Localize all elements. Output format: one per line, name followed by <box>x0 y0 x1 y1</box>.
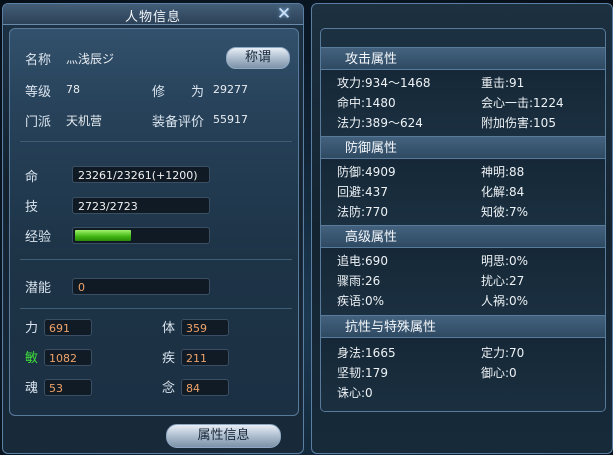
character-info-panel: 人物信息 ✕ 名称 灬浅辰ジ 称谓 等级 78 修 为 29277 门派 天机营… <box>2 3 304 454</box>
defense-stat: 防御:4909 <box>337 165 396 179</box>
resist-stat: 诛心:0 <box>337 386 373 400</box>
mind-label: 念 <box>162 381 176 396</box>
potential-field: 0 <box>72 278 210 295</box>
life-field: 23261/23261(+1200) <box>72 166 210 183</box>
attack-stat: 法力:389～624 <box>337 116 423 130</box>
resist-stat: 坚韧:179 <box>337 366 388 380</box>
speed-value: 211 <box>181 349 229 366</box>
constitution-value: 359 <box>181 319 229 336</box>
advanced-stat: 疾语:0% <box>337 294 385 308</box>
defense-stat: 回避:437 <box>337 185 388 199</box>
exp-bar-fill <box>75 230 131 241</box>
agility-value: 1082 <box>44 349 92 366</box>
soul-value: 53 <box>44 379 92 396</box>
speed-label: 疾 <box>162 351 176 366</box>
constitution-label: 体 <box>162 321 176 336</box>
advanced-section: 追电:690 明思:0% 骤雨:26 扰心:27 疾语:0% 人祸:0% <box>321 248 605 312</box>
skill-label: 技 <box>25 200 39 215</box>
strength-value: 691 <box>44 319 92 336</box>
divider <box>20 308 292 309</box>
name-value: 灬浅辰ジ <box>66 52 115 66</box>
cultivation-value: 29277 <box>213 83 248 96</box>
defense-stat: 知彼:7% <box>481 205 529 219</box>
attack-stat: 攻力:934～1468 <box>337 76 431 90</box>
exp-bar <box>72 227 210 244</box>
attributes-body[interactable]: 攻击属性 攻力:934～1468 重击:91 命中:1480 会心一击:1224… <box>320 28 606 412</box>
defense-stat: 化解:84 <box>481 185 525 199</box>
advanced-section-header: 高级属性 <box>321 225 605 248</box>
sect-label: 门派 <box>25 115 52 130</box>
cultivation-label: 修 为 <box>152 85 205 100</box>
attribute-info-button[interactable]: 属性信息 <box>166 424 281 448</box>
resist-stat: 御心:0 <box>481 366 517 380</box>
sect-value: 天机营 <box>66 114 103 128</box>
title-bar[interactable]: 人物信息 ✕ <box>3 4 303 25</box>
equip-score-label: 装备评价 <box>152 115 205 130</box>
divider <box>20 259 292 260</box>
skill-field: 2723/2723 <box>72 197 210 214</box>
life-label: 命 <box>25 170 39 185</box>
potential-label: 潜能 <box>25 281 52 296</box>
advanced-stat: 人祸:0% <box>481 294 529 308</box>
strength-label: 力 <box>25 321 39 336</box>
attack-section-header: 攻击属性 <box>321 47 605 70</box>
close-icon[interactable]: ✕ <box>274 5 294 23</box>
resist-stat: 定力:70 <box>481 346 525 360</box>
resist-stat: 身法:1665 <box>337 346 396 360</box>
level-value: 78 <box>66 83 80 96</box>
level-label: 等级 <box>25 85 52 100</box>
advanced-stat: 扰心:27 <box>481 274 525 288</box>
advanced-stat: 明思:0% <box>481 254 529 268</box>
attack-stat: 重击:91 <box>481 76 525 90</box>
attack-stat: 附加伤害:105 <box>481 116 556 130</box>
defense-section-header: 防御属性 <box>321 136 605 159</box>
character-info-body: 名称 灬浅辰ジ 称谓 等级 78 修 为 29277 门派 天机营 装备评价 5… <box>9 28 299 416</box>
equip-score-value: 55917 <box>213 113 248 126</box>
title-button[interactable]: 称谓 <box>226 47 290 69</box>
resist-section: 身法:1665 定力:70 坚韧:179 御心:0 诛心:0 <box>321 338 605 411</box>
exp-label: 经验 <box>25 230 52 245</box>
advanced-stat: 骤雨:26 <box>337 274 381 288</box>
attack-stat: 会心一击:1224 <box>481 96 564 110</box>
attributes-panel: 攻击属性 攻力:934～1468 重击:91 命中:1480 会心一击:1224… <box>311 3 613 454</box>
window-title: 人物信息 <box>124 10 181 25</box>
divider <box>20 141 292 142</box>
defense-stat: 神明:88 <box>481 165 525 179</box>
agility-label: 敏 <box>25 351 39 366</box>
attack-stat: 命中:1480 <box>337 96 396 110</box>
resist-section-header: 抗性与特殊属性 <box>321 315 605 338</box>
mind-value: 84 <box>181 379 229 396</box>
defense-stat: 法防:770 <box>337 205 388 219</box>
advanced-stat: 追电:690 <box>337 254 388 268</box>
name-label: 名称 <box>25 53 52 68</box>
defense-section: 防御:4909 神明:88 回避:437 化解:84 法防:770 知彼:7% <box>321 159 605 223</box>
soul-label: 魂 <box>25 381 39 396</box>
attack-section: 攻力:934～1468 重击:91 命中:1480 会心一击:1224 法力:3… <box>321 70 605 134</box>
